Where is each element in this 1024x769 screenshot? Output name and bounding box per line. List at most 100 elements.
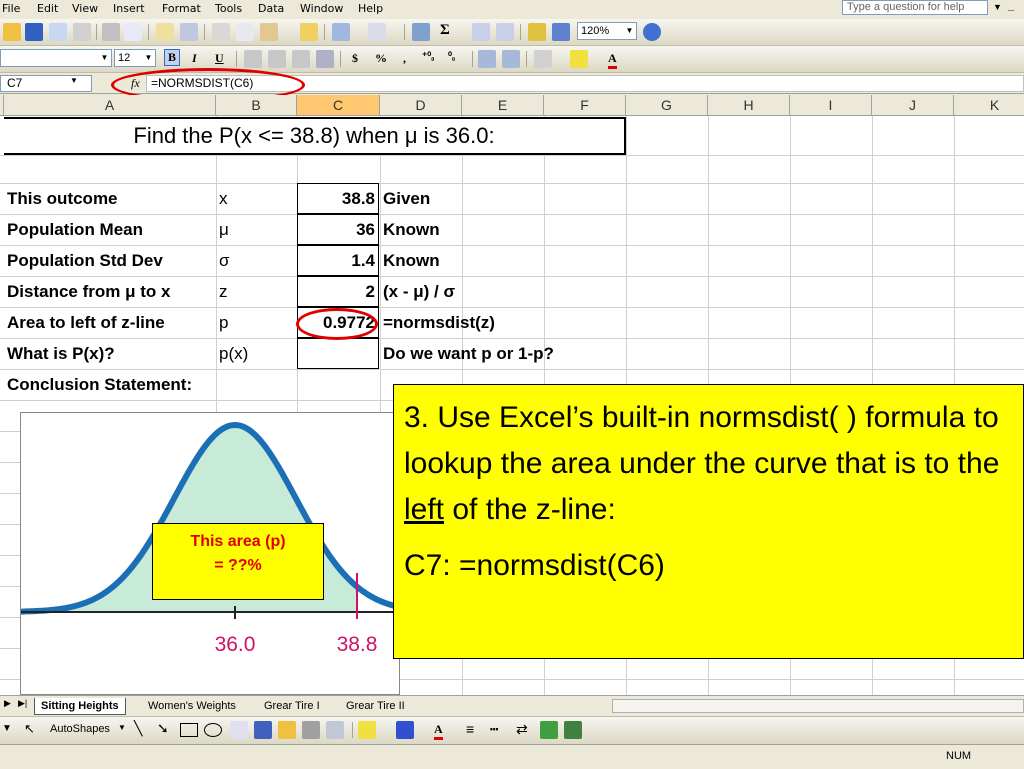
percent-button[interactable]: % (375, 51, 387, 66)
dash-style-icon[interactable]: ┅ (490, 721, 498, 738)
align-left-icon[interactable] (244, 50, 262, 68)
tab-grear-tire-ii[interactable]: Grear Tire II (340, 698, 411, 714)
horizontal-scrollbar[interactable] (612, 699, 1024, 713)
increase-indent-icon[interactable] (502, 50, 520, 68)
column-header-e[interactable]: E (462, 95, 544, 116)
column-header-b[interactable]: B (216, 95, 297, 116)
copy-icon[interactable] (236, 23, 254, 41)
cell-d6[interactable]: (x - μ) / σ (383, 277, 455, 307)
picture-icon[interactable] (326, 721, 344, 739)
redo-icon[interactable] (368, 23, 386, 41)
column-header-c[interactable]: C (297, 95, 380, 116)
currency-button[interactable]: $ (352, 51, 358, 66)
chevron-down-icon[interactable]: ▼ (70, 76, 78, 85)
comma-button[interactable]: , (403, 51, 406, 66)
cell-a4[interactable]: Population Mean (7, 215, 143, 245)
fill-color-icon[interactable] (358, 721, 376, 739)
decrease-decimal-button[interactable]: ⁰₀ (448, 51, 455, 62)
open-icon[interactable] (3, 23, 21, 41)
cell-a5[interactable]: Population Std Dev (7, 246, 163, 276)
cell-b7[interactable]: p (219, 308, 228, 338)
italic-button[interactable]: I (192, 51, 197, 66)
menu-help[interactable]: Help (358, 2, 383, 15)
paste-icon[interactable] (260, 23, 278, 41)
menu-tools[interactable]: Tools (215, 2, 242, 15)
increase-decimal-button[interactable]: ⁺⁰₀ (422, 51, 434, 62)
cell-b8[interactable]: p(x) (219, 339, 248, 369)
column-header-g[interactable]: G (626, 95, 708, 116)
wordart-icon[interactable] (254, 721, 272, 739)
cell-d7[interactable]: =normsdist(z) (383, 308, 495, 338)
rectangle-icon[interactable] (180, 723, 198, 737)
print-icon[interactable] (102, 23, 120, 41)
bold-button[interactable]: B (164, 49, 181, 66)
autoshapes-button[interactable]: AutoShapes (50, 723, 110, 735)
tab-scroll-last-icon[interactable]: ▶| (18, 698, 27, 709)
hyperlink-icon[interactable] (412, 23, 430, 41)
column-header-f[interactable]: F (544, 95, 626, 116)
cell-d8[interactable]: Do we want p or 1-p? (383, 339, 554, 369)
cell-d5[interactable]: Known (383, 246, 440, 276)
chevron-down-icon[interactable]: ▼ (142, 50, 155, 66)
cut-icon[interactable] (212, 23, 230, 41)
sheet-title-cell[interactable]: Find the P(x <= 38.8) when μ is 36.0: (4, 117, 626, 155)
arrow-style-icon[interactable]: ⇄ (516, 721, 528, 738)
arrow-icon[interactable]: ➘ (157, 720, 169, 737)
font-name-combo[interactable]: ▼ (0, 49, 112, 67)
select-objects-icon[interactable]: ↖ (24, 721, 35, 737)
permission-icon[interactable] (49, 23, 67, 41)
research-icon[interactable] (180, 23, 198, 41)
oval-icon[interactable] (204, 723, 222, 737)
underline-button[interactable]: U (215, 51, 224, 66)
chevron-down-icon[interactable]: ▼ (623, 23, 636, 39)
decrease-indent-icon[interactable] (478, 50, 496, 68)
column-header-j[interactable]: J (872, 95, 954, 116)
cell-a8[interactable]: What is P(x)? (7, 339, 115, 369)
diagram-icon[interactable] (278, 721, 296, 739)
menu-window[interactable]: Window (300, 2, 343, 15)
tab-sitting-heights[interactable]: Sitting Heights (34, 698, 126, 715)
column-header-i[interactable]: I (790, 95, 872, 116)
clip-art-icon[interactable] (302, 721, 320, 739)
borders-icon[interactable] (534, 50, 552, 68)
cell-a9[interactable]: Conclusion Statement: (7, 370, 192, 400)
help-dropdown-icon[interactable]: ▼ (993, 2, 1002, 12)
align-right-icon[interactable] (292, 50, 310, 68)
shadow-style-icon[interactable] (540, 721, 558, 739)
cell-a7[interactable]: Area to left of z-line (7, 308, 165, 338)
align-center-icon[interactable] (268, 50, 286, 68)
print-preview-icon[interactable] (124, 23, 142, 41)
cell-c4[interactable]: 36 (297, 215, 375, 245)
cell-b5[interactable]: σ (219, 246, 230, 276)
drawing-icon[interactable] (552, 23, 570, 41)
menu-insert[interactable]: Insert (113, 2, 145, 15)
save-icon[interactable] (25, 23, 43, 41)
tab-grear-tire-i[interactable]: Grear Tire I (258, 698, 326, 714)
undo-icon[interactable] (332, 23, 350, 41)
chevron-down-icon[interactable]: ▼ (98, 50, 111, 66)
sort-descending-icon[interactable] (496, 23, 514, 41)
menu-format[interactable]: Format (162, 2, 201, 15)
format-painter-icon[interactable] (300, 23, 318, 41)
autosum-icon[interactable]: Σ (440, 22, 450, 39)
menu-edit[interactable]: Edit (37, 2, 58, 15)
cell-c5[interactable]: 1.4 (297, 246, 375, 276)
font-color-icon[interactable]: A (434, 722, 443, 740)
menu-view[interactable]: View (72, 2, 98, 15)
3d-style-icon[interactable] (564, 721, 582, 739)
chart-wizard-icon[interactable] (528, 23, 546, 41)
cell-c6[interactable]: 2 (297, 277, 375, 307)
cell-a6[interactable]: Distance from μ to x (7, 277, 170, 307)
line-color-icon[interactable] (396, 721, 414, 739)
name-box[interactable]: C7 (0, 75, 92, 92)
cell-c3[interactable]: 38.8 (297, 184, 375, 214)
fill-color-icon[interactable] (570, 50, 588, 68)
spelling-icon[interactable] (156, 23, 174, 41)
zoom-combo[interactable]: 120% ▼ (577, 22, 637, 40)
email-icon[interactable] (73, 23, 91, 41)
line-icon[interactable]: ╲ (134, 720, 142, 737)
tab-scroll-left-icon[interactable]: ▶ (4, 698, 11, 709)
column-header-k[interactable]: K (954, 95, 1024, 116)
column-header-a[interactable]: A (4, 95, 216, 116)
cell-a3[interactable]: This outcome (7, 184, 118, 214)
